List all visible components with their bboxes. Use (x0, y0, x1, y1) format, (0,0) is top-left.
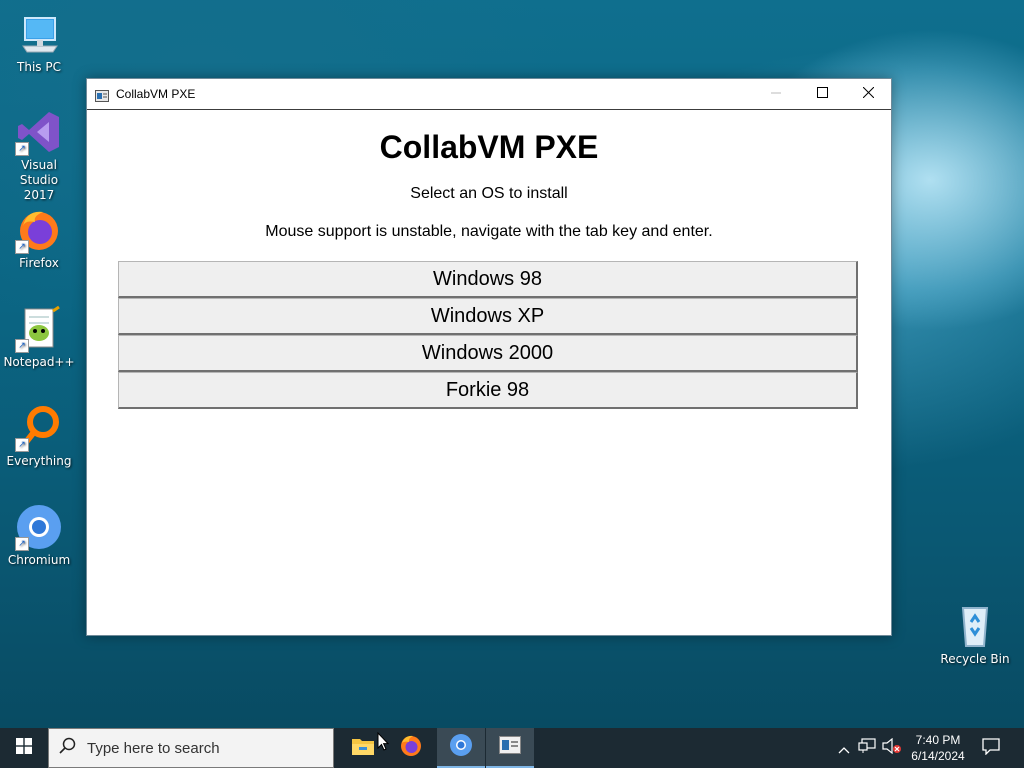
clock-date: 6/14/2024 (911, 749, 965, 763)
desktop-icon-chromium[interactable]: ↗ Chromium (1, 503, 77, 568)
desktop-icon-label: Firefox (19, 256, 59, 270)
window-titlebar[interactable]: CollabVM PXE (87, 79, 891, 110)
taskbar-collabvm-pxe[interactable] (486, 728, 534, 768)
search-icon (59, 737, 77, 759)
navigation-hint: Mouse support is unstable, navigate with… (265, 223, 713, 240)
shortcut-arrow-icon: ↗ (15, 142, 29, 156)
page-heading: CollabVM PXE (379, 129, 599, 165)
show-hidden-icons-chevron-icon[interactable] (838, 739, 850, 758)
os-option-windows-2000[interactable]: Windows 2000 (118, 335, 858, 372)
shortcut-arrow-icon: ↗ (15, 438, 29, 452)
computer-icon (15, 10, 63, 58)
desktop-icon-firefox[interactable]: ↗ Firefox (1, 206, 77, 271)
desktop-icon-notepad-plus-plus[interactable]: ↗ Notepad++ (1, 305, 77, 370)
start-button[interactable] (0, 728, 48, 768)
taskbar-chromium[interactable] (437, 728, 485, 768)
action-center-button[interactable] (968, 728, 1014, 768)
close-button[interactable] (845, 79, 891, 109)
desktop-icon-label: Notepad++ (3, 355, 75, 369)
taskbar-clock[interactable]: 7:40 PM 6/14/2024 (900, 732, 976, 764)
minimize-button[interactable] (753, 79, 799, 109)
taskbar-firefox[interactable] (387, 728, 435, 768)
desktop-icon-visual-studio[interactable]: ↗ Visual Studio 2017 (1, 108, 77, 203)
close-icon (862, 86, 874, 102)
folder-icon (351, 736, 375, 760)
shortcut-arrow-icon: ↗ (15, 240, 29, 254)
windows-logo-icon (16, 738, 32, 758)
os-option-windows-98[interactable]: Windows 98 (118, 261, 858, 298)
maximize-button[interactable] (799, 79, 845, 109)
shortcut-arrow-icon: ↗ (15, 537, 29, 551)
system-tray (838, 728, 902, 768)
os-option-list: Windows 98 Windows XP Windows 2000 Forki… (118, 261, 858, 409)
desktop-icon-label: Everything (6, 454, 72, 468)
taskbar: Type here to search 7:40 PM 6/14/2024 (0, 728, 1024, 768)
firefox-icon: ↗ (15, 206, 63, 254)
app-window-icon (95, 87, 109, 102)
mouse-cursor-icon (377, 731, 390, 756)
taskbar-search-box[interactable]: Type here to search (48, 728, 334, 768)
window-title: CollabVM PXE (116, 87, 196, 101)
desktop-icon-this-pc[interactable]: This PC (1, 10, 77, 75)
recycle-bin-icon (951, 602, 999, 650)
desktop-icon-everything[interactable]: ↗ Everything (1, 404, 77, 469)
maximize-icon (816, 86, 828, 102)
search-placeholder: Type here to search (87, 739, 220, 757)
os-option-windows-xp[interactable]: Windows XP (118, 298, 858, 335)
chromium-icon: ↗ (15, 503, 63, 551)
everything-search-icon: ↗ (15, 404, 63, 452)
desktop-icon-label: This PC (17, 60, 61, 74)
desktop-icon-label: Visual Studio 2017 (19, 158, 59, 202)
desktop-icon-label: Recycle Bin (940, 652, 1010, 666)
page-subtitle: Select an OS to install (410, 185, 568, 202)
shortcut-arrow-icon: ↗ (15, 339, 29, 353)
desktop-icon-recycle-bin[interactable]: Recycle Bin (937, 602, 1013, 667)
clock-time: 7:40 PM (915, 733, 961, 747)
notification-icon (982, 737, 1000, 759)
chromium-icon (449, 733, 473, 761)
visual-studio-icon: ↗ (15, 108, 63, 156)
app-window-icon (499, 736, 521, 758)
notepad-plus-plus-icon: ↗ (15, 305, 63, 353)
collabvm-pxe-window: CollabVM PXE CollabVM PXE Select an OS t… (86, 78, 892, 636)
minimize-icon (771, 86, 781, 102)
network-icon[interactable] (858, 738, 876, 758)
volume-muted-icon[interactable] (882, 737, 902, 758)
firefox-icon (399, 734, 423, 762)
window-content: CollabVM PXE Select an OS to install Mou… (87, 110, 891, 635)
os-option-forkie-98[interactable]: Forkie 98 (118, 372, 858, 409)
desktop-icon-label: Chromium (7, 553, 71, 567)
